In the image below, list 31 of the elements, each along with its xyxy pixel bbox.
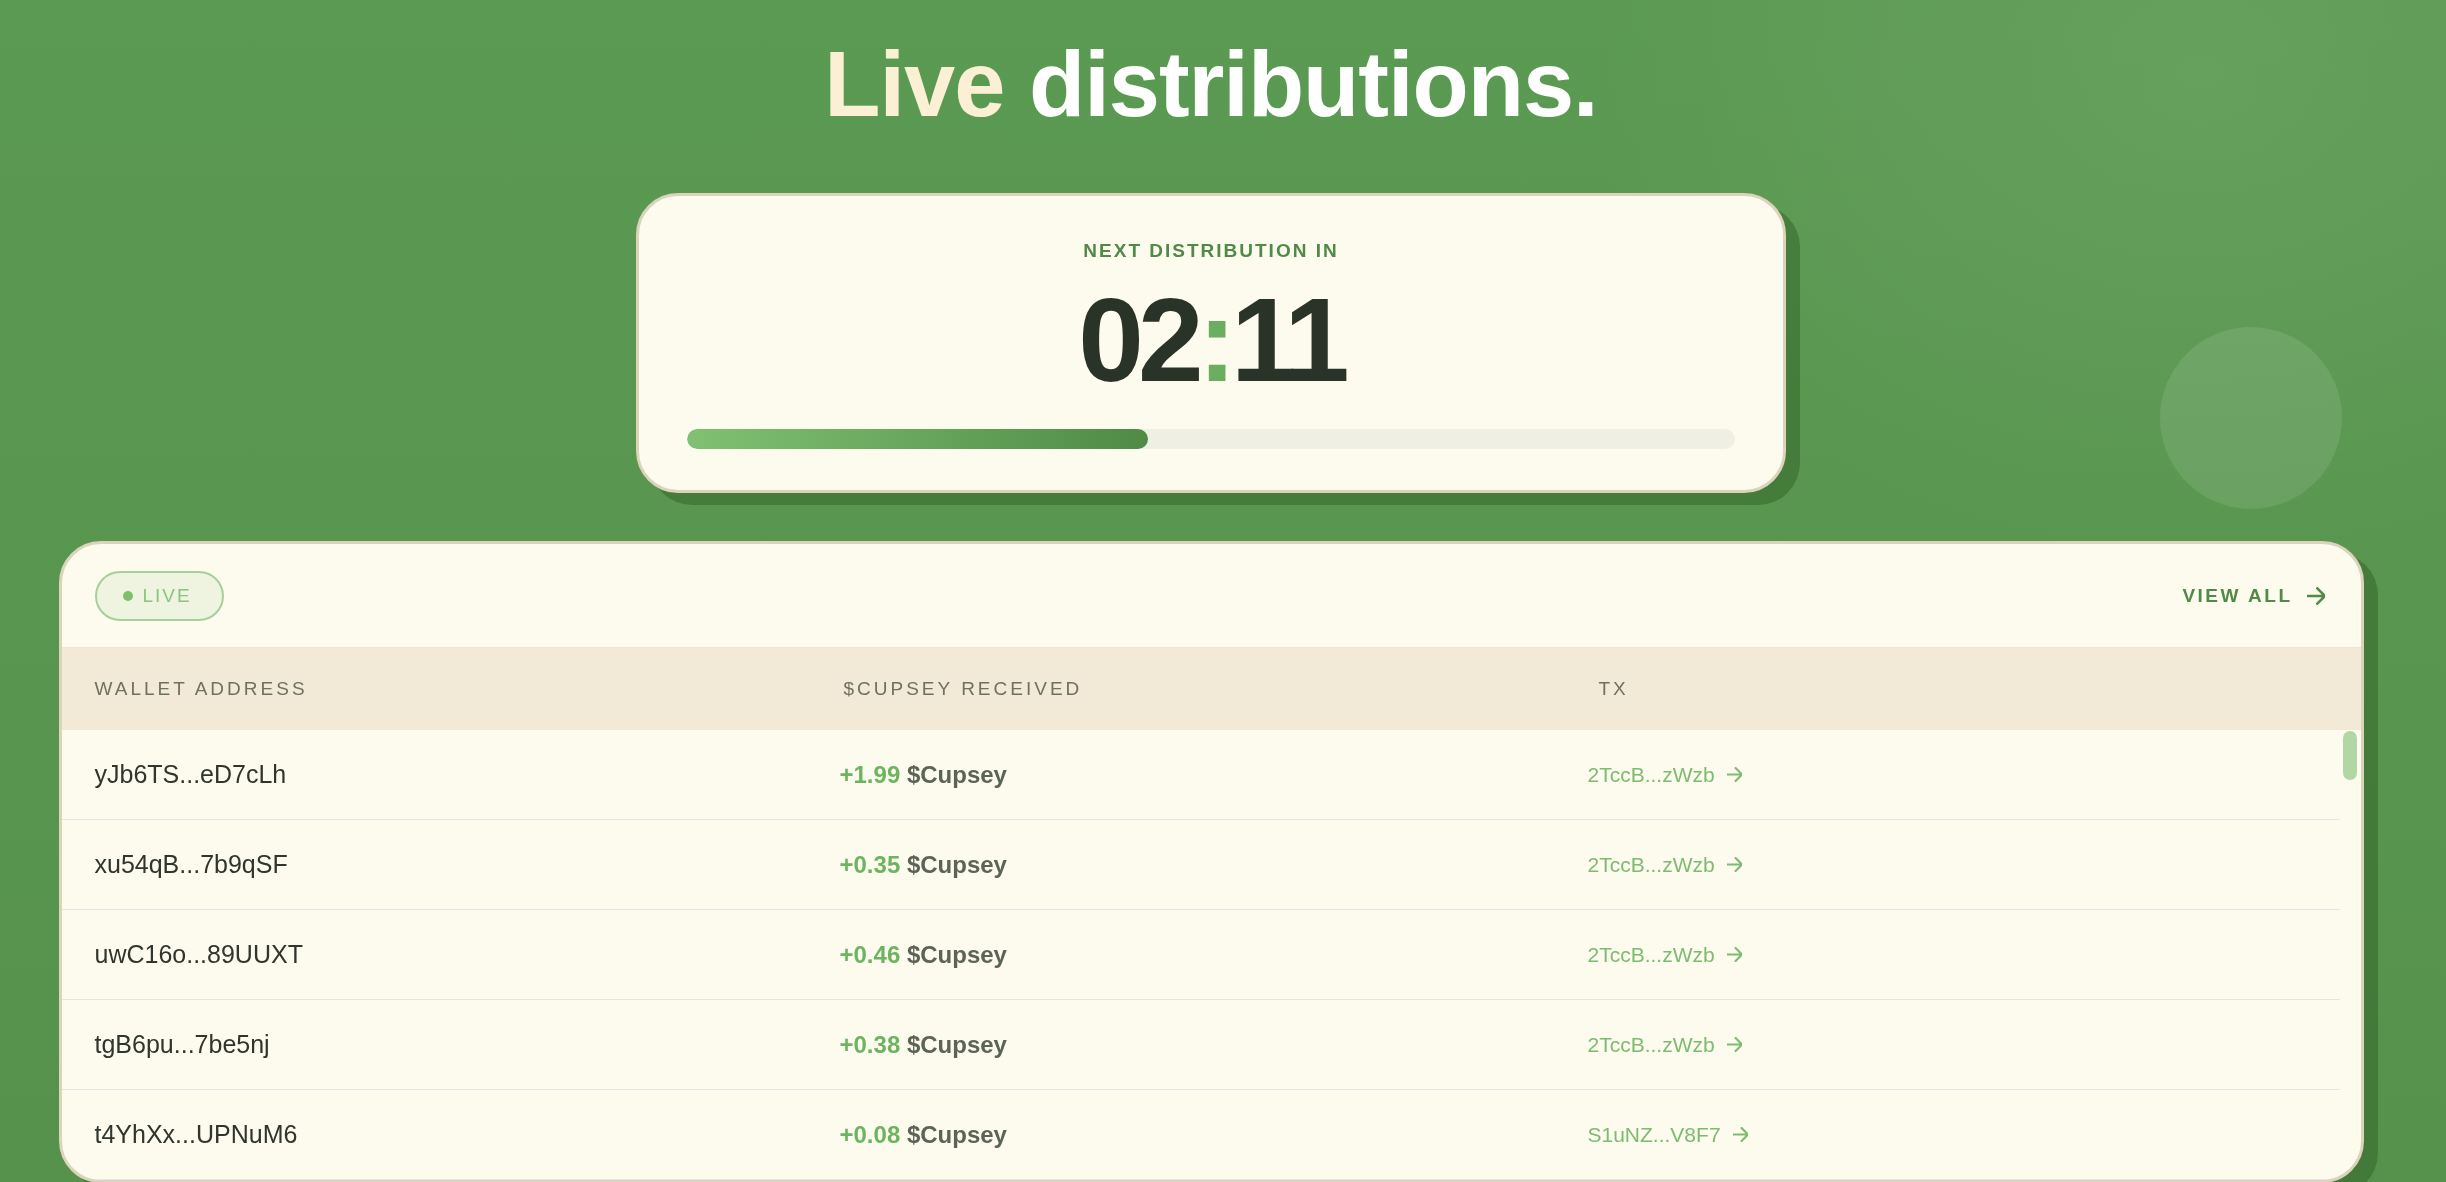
tx-link[interactable]: S1uNZ...V8F7 — [1587, 1122, 1748, 1147]
arrow-right-icon — [1732, 1127, 1748, 1142]
wallet-address: uwC16o...89UUXT — [94, 940, 303, 969]
column-header: WALLET ADDRESS — [94, 678, 309, 700]
view-all-link[interactable]: VIEW ALL — [2182, 584, 2325, 607]
column-header: TX — [1598, 678, 1630, 700]
received-amount: +0.08 $Cupsey — [839, 1120, 1007, 1149]
page-title: Live distributions. — [824, 38, 1598, 130]
live-label: LIVE — [142, 584, 192, 607]
tx-link[interactable]: 2TccB...zWzb — [1587, 942, 1742, 967]
arrow-right-icon — [1726, 1037, 1742, 1052]
arrow-right-icon — [1726, 857, 1742, 872]
countdown-timer: 02:11 — [1078, 281, 1344, 399]
received-amount: +0.46 $Cupsey — [839, 940, 1007, 969]
received-amount: +0.35 $Cupsey — [839, 850, 1007, 879]
wallet-address: xu54qB...7b9qSF — [94, 850, 288, 879]
arrow-right-icon — [2306, 586, 2325, 605]
arrow-right-icon — [1726, 947, 1742, 962]
wallet-address: yJb6TS...eD7cLh — [94, 760, 287, 789]
tx-link[interactable]: 2TccB...zWzb — [1587, 1032, 1742, 1057]
wallet-address: tgB6pu...7be5nj — [94, 1030, 270, 1059]
status-dot-icon — [122, 590, 133, 601]
tx-link[interactable]: 2TccB...zWzb — [1587, 762, 1742, 787]
received-amount: +0.38 $Cupsey — [839, 1030, 1007, 1059]
countdown-label: NEXT DISTRIBUTION IN — [1083, 239, 1339, 263]
tx-link[interactable]: 2TccB...zWzb — [1587, 852, 1742, 877]
received-amount: +1.99 $Cupsey — [839, 760, 1007, 789]
column-header: $CUPSEY RECEIVED — [843, 678, 1084, 700]
arrow-right-icon — [1726, 767, 1742, 782]
scrollbar-thumb[interactable] — [2342, 731, 2357, 780]
wallet-address: t4YhXx...UPNuM6 — [94, 1120, 298, 1149]
